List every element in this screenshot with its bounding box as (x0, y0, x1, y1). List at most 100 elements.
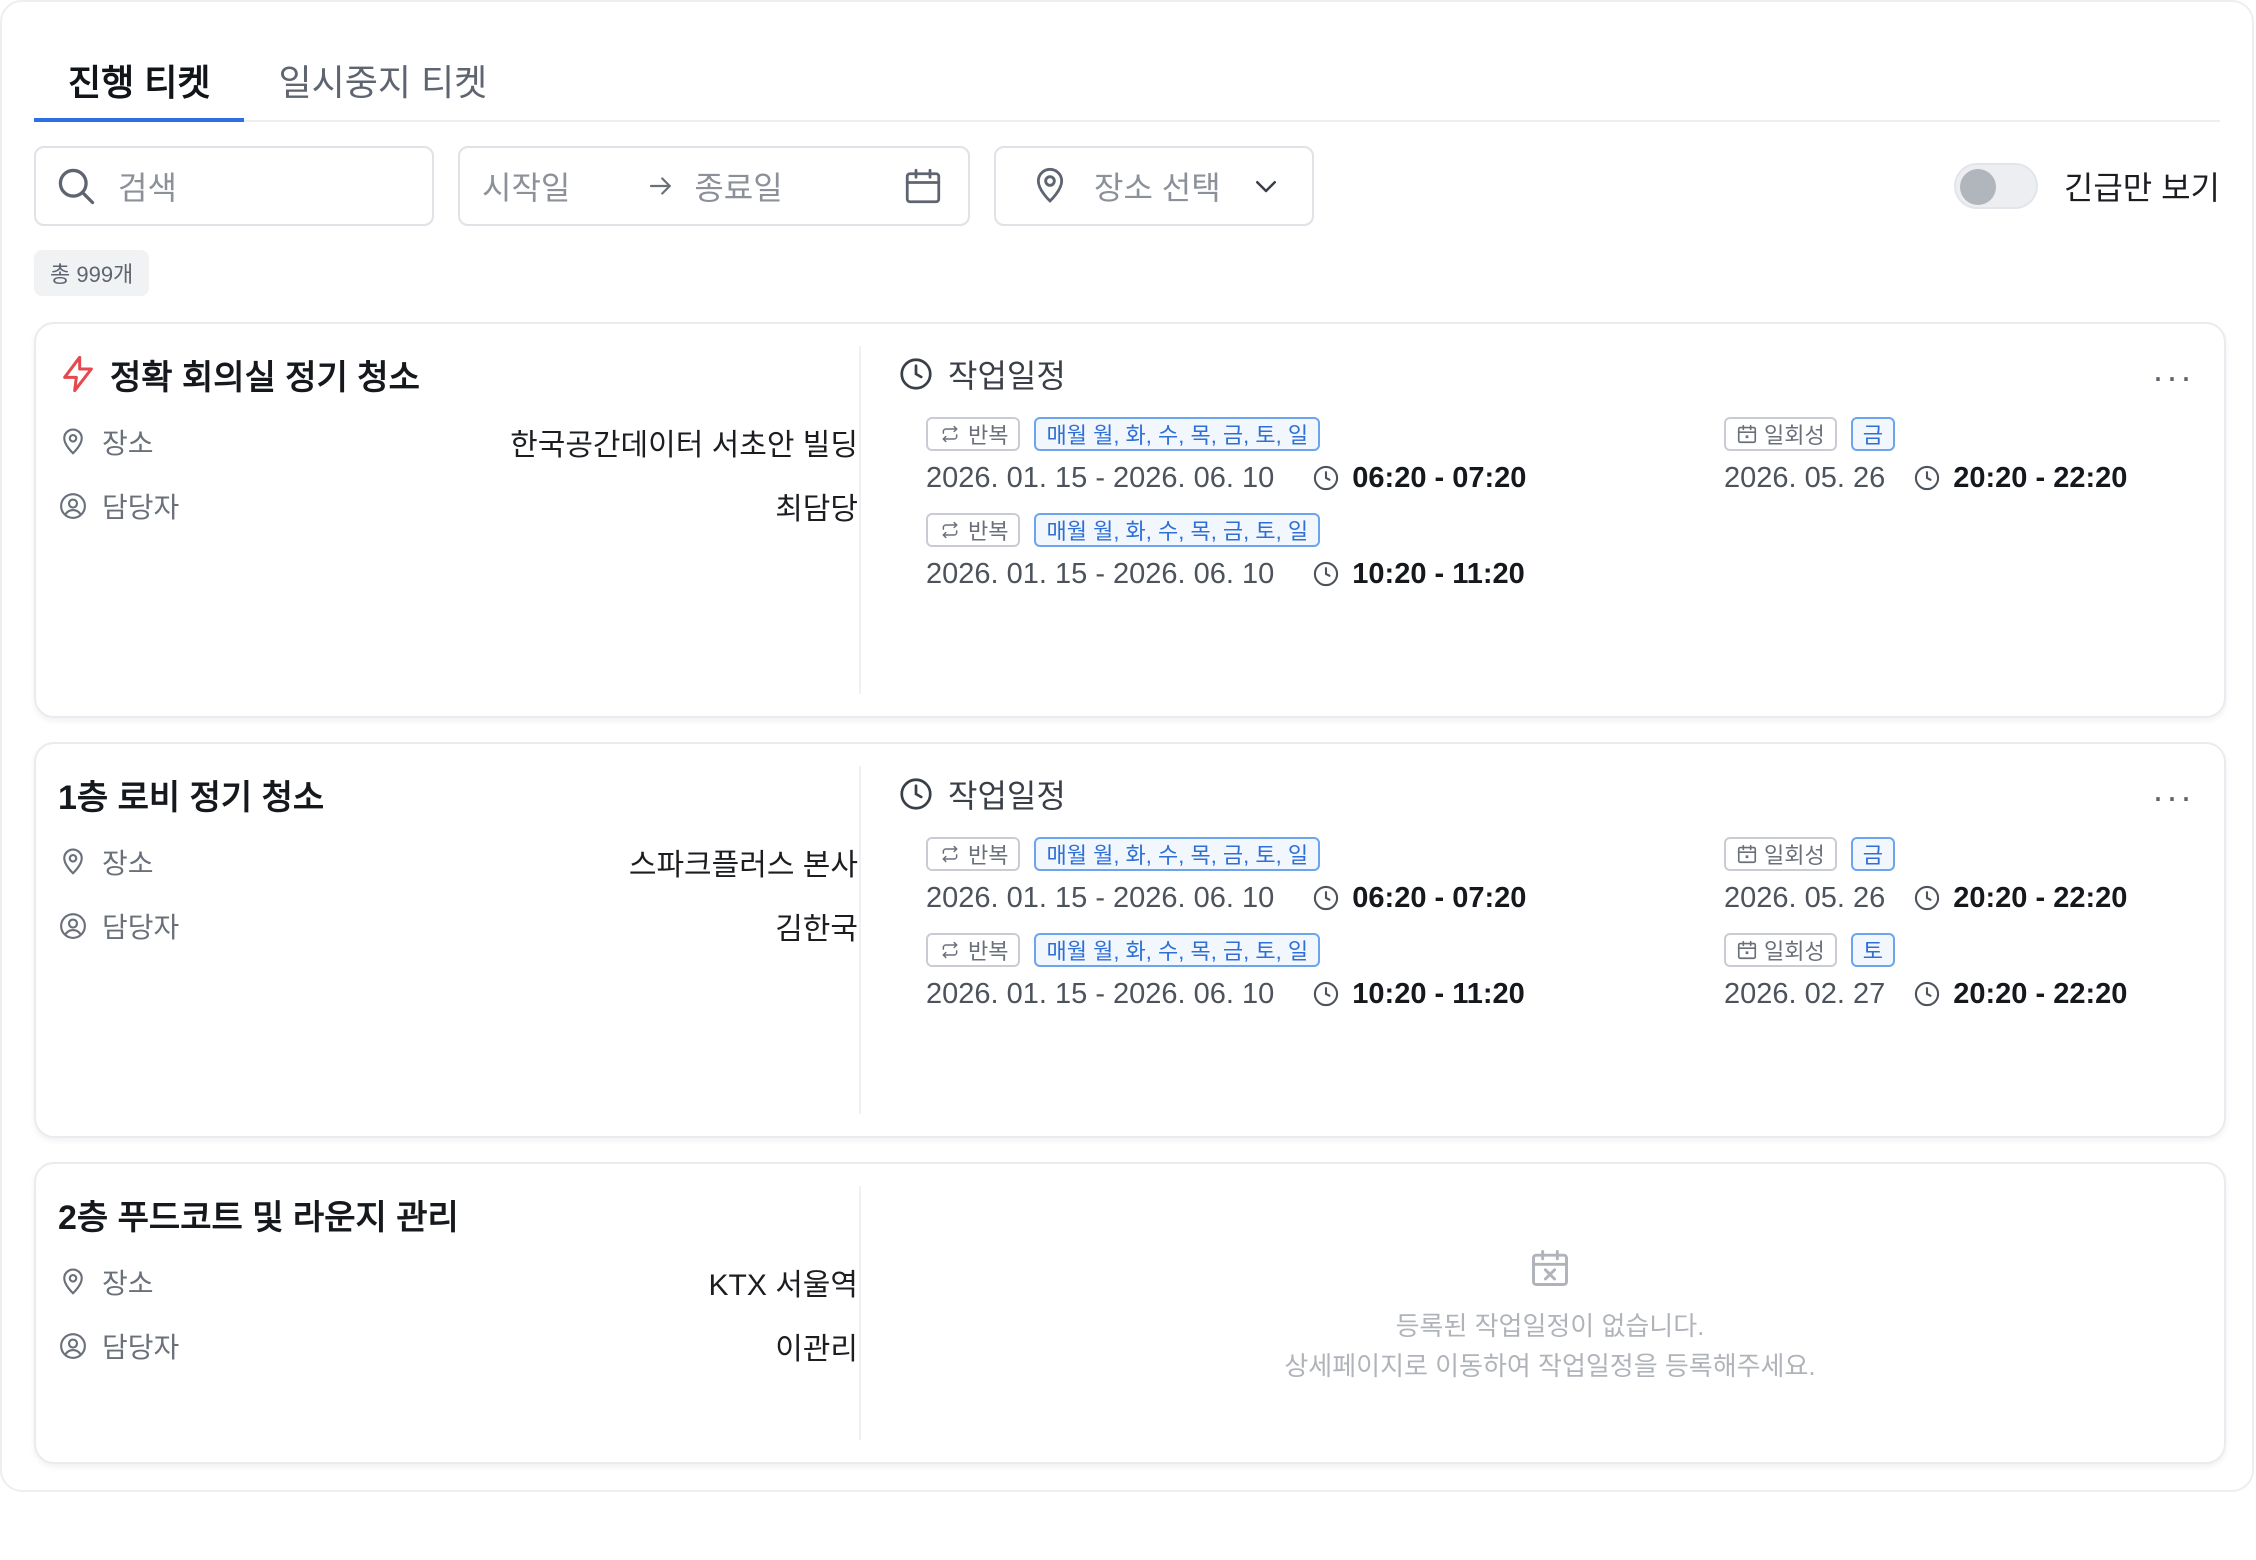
once-schedules: 일회성 금 2026. 05. 26 20:20 - 22:20 (1724, 416, 2224, 512)
clock-icon (1312, 560, 1340, 588)
place-value: KTX 서울역 (708, 1269, 858, 1302)
ticket-card[interactable]: 정확 회의실 정기 청소 장소 한국공간데이터 서초안 빌딩 담당자 최담당 작… (34, 322, 2226, 718)
manager-label: 담당자 (102, 1332, 180, 1363)
manager-value: 이관리 (775, 1333, 858, 1366)
urgent-filter: 긴급만 보기 (1953, 162, 2220, 210)
user-circle-icon (58, 1331, 88, 1361)
schedule-item: 반복 매월 월, 화, 수, 목, 금, 토, 일 2026. 01. 15 -… (926, 512, 1686, 608)
lightning-icon (58, 352, 98, 396)
date-range: 2026. 01. 15 - 2026. 06. 10 (926, 461, 1275, 494)
once-schedules: 일회성 금 2026. 05. 26 20:20 - 22:20 일회성 토 2… (1724, 836, 2224, 1028)
manager-label: 담당자 (102, 492, 180, 523)
search-icon (54, 164, 98, 208)
schedule-header: 작업일정 (948, 358, 1066, 394)
time-range: 20:20 - 22:20 (1913, 882, 2127, 915)
empty-message-line1: 등록된 작업일정이 없습니다. (1395, 1311, 1705, 1341)
once-tag: 일회성 (1724, 417, 1837, 451)
schedule-item: 반복 매월 월, 화, 수, 목, 금, 토, 일 2026. 01. 15 -… (926, 416, 1686, 512)
manager-value: 김한국 (775, 913, 858, 946)
toggle-knob (1959, 169, 1996, 205)
weekday-tag: 금 (1850, 837, 1895, 871)
empty-message-line2: 상세페이지로 이동하여 작업일정을 등록해주세요. (1284, 1351, 1816, 1381)
ticket-panel: 진행 티켓 일시중지 티켓 검색 시작일 종료일 장소 선택 긴급만 보기 총 … (0, 0, 2254, 1492)
ticket-card[interactable]: 1층 로비 정기 청소 장소 스파크플러스 본사 담당자 김한국 작업일정 ··… (34, 742, 2226, 1138)
time-range: 20:20 - 22:20 (1913, 462, 2127, 495)
manager-label: 담당자 (102, 912, 180, 943)
time-range: 20:20 - 22:20 (1913, 978, 2127, 1011)
urgent-only-toggle[interactable] (1953, 163, 2038, 209)
clock-icon (898, 776, 934, 812)
more-icon[interactable]: ··· (2152, 356, 2194, 398)
ticket-title: 정확 회의실 정기 청소 (110, 358, 420, 397)
repeat-schedules: 반복 매월 월, 화, 수, 목, 금, 토, 일 2026. 01. 15 -… (926, 416, 1686, 608)
place-label: 장소 (102, 848, 154, 879)
ticket-title: 1층 로비 정기 청소 (58, 778, 325, 817)
time-range: 10:20 - 11:20 (1312, 978, 1525, 1011)
calendar-icon[interactable] (902, 165, 944, 207)
date-range-picker[interactable]: 시작일 종료일 (458, 146, 970, 226)
urgent-only-label: 긴급만 보기 (2063, 170, 2220, 206)
card-divider (859, 1186, 861, 1440)
repeat-days-tag: 매월 월, 화, 수, 목, 금, 토, 일 (1034, 417, 1321, 451)
repeat-schedules: 반복 매월 월, 화, 수, 목, 금, 토, 일 2026. 01. 15 -… (926, 836, 1686, 1028)
ticket-tabs: 진행 티켓 일시중지 티켓 (34, 42, 2220, 122)
location-pin-icon (58, 847, 88, 877)
schedule-item: 반복 매월 월, 화, 수, 목, 금, 토, 일 2026. 01. 15 -… (926, 932, 1686, 1028)
schedule-item: 일회성 금 2026. 05. 26 20:20 - 22:20 (1724, 836, 2224, 932)
repeat-days-tag: 매월 월, 화, 수, 목, 금, 토, 일 (1034, 837, 1321, 871)
time-range: 06:20 - 07:20 (1312, 882, 1526, 915)
date-range: 2026. 01. 15 - 2026. 06. 10 (926, 881, 1275, 914)
clock-icon (1913, 980, 1941, 1008)
schedule-item: 일회성 토 2026. 02. 27 20:20 - 22:20 (1724, 932, 2224, 1028)
ticket-card[interactable]: 2층 푸드코트 및 라운지 관리 장소 KTX 서울역 담당자 이관리 등록된 … (34, 1162, 2226, 1464)
empty-schedule-state: 등록된 작업일정이 없습니다. 상세페이지로 이동하여 작업일정을 등록해주세요… (898, 1246, 2202, 1386)
start-date-field[interactable]: 시작일 (482, 163, 570, 209)
location-pin-icon (58, 427, 88, 457)
repeat-tag: 반복 (926, 513, 1021, 547)
user-circle-icon (58, 911, 88, 941)
tab-paused-tickets[interactable]: 일시중지 티켓 (244, 42, 521, 122)
repeat-tag: 반복 (926, 933, 1021, 967)
search-placeholder: 검색 (118, 170, 177, 206)
date: 2026. 05. 26 (1724, 461, 1886, 494)
schedule-item: 일회성 금 2026. 05. 26 20:20 - 22:20 (1724, 416, 2224, 512)
manager-value: 최담당 (775, 493, 858, 526)
user-circle-icon (58, 491, 88, 521)
card-divider (859, 766, 861, 1114)
once-tag: 일회성 (1724, 933, 1837, 967)
time-range: 06:20 - 07:20 (1312, 462, 1526, 495)
ticket-info: 2층 푸드코트 및 라운지 관리 장소 KTX 서울역 담당자 이관리 (58, 1186, 858, 1378)
weekday-tag: 토 (1850, 933, 1895, 967)
location-pin-icon (1030, 166, 1070, 206)
end-date-field[interactable]: 종료일 (694, 163, 782, 209)
once-tag: 일회성 (1724, 837, 1837, 871)
place-value: 스파크플러스 본사 (628, 849, 858, 882)
schedule-section: 작업일정 ··· 반복 매월 월, 화, 수, 목, 금, 토, 일 2026.… (898, 346, 2202, 694)
place-label: 장소 (102, 1268, 154, 1299)
repeat-days-tag: 매월 월, 화, 수, 목, 금, 토, 일 (1034, 933, 1321, 967)
place-label: 장소 (102, 428, 154, 459)
card-divider (859, 346, 861, 694)
search-input[interactable]: 검색 (34, 146, 434, 226)
clock-icon (1312, 884, 1340, 912)
tab-active-tickets[interactable]: 진행 티켓 (34, 42, 245, 122)
weekday-tag: 금 (1850, 417, 1895, 451)
ticket-info: 1층 로비 정기 청소 장소 스파크플러스 본사 담당자 김한국 (58, 766, 858, 958)
clock-icon (1913, 884, 1941, 912)
clock-icon (898, 356, 934, 392)
schedule-item: 반복 매월 월, 화, 수, 목, 금, 토, 일 2026. 01. 15 -… (926, 836, 1686, 932)
place-select[interactable]: 장소 선택 (994, 146, 1314, 226)
location-pin-icon (58, 1267, 88, 1297)
chevron-down-icon (1251, 171, 1281, 201)
repeat-tag: 반복 (926, 417, 1021, 451)
ticket-info: 정확 회의실 정기 청소 장소 한국공간데이터 서초안 빌딩 담당자 최담당 (58, 346, 858, 538)
total-count-badge: 총 999개 (34, 250, 150, 296)
date-range: 2026. 01. 15 - 2026. 06. 10 (926, 977, 1275, 1010)
date-range: 2026. 01. 15 - 2026. 06. 10 (926, 557, 1275, 590)
clock-icon (1913, 464, 1941, 492)
date: 2026. 05. 26 (1724, 881, 1886, 914)
place-value: 한국공간데이터 서초안 빌딩 (510, 429, 858, 462)
more-icon[interactable]: ··· (2152, 776, 2194, 818)
clock-icon (1312, 464, 1340, 492)
schedule-section: 작업일정 ··· 반복 매월 월, 화, 수, 목, 금, 토, 일 2026.… (898, 766, 2202, 1114)
